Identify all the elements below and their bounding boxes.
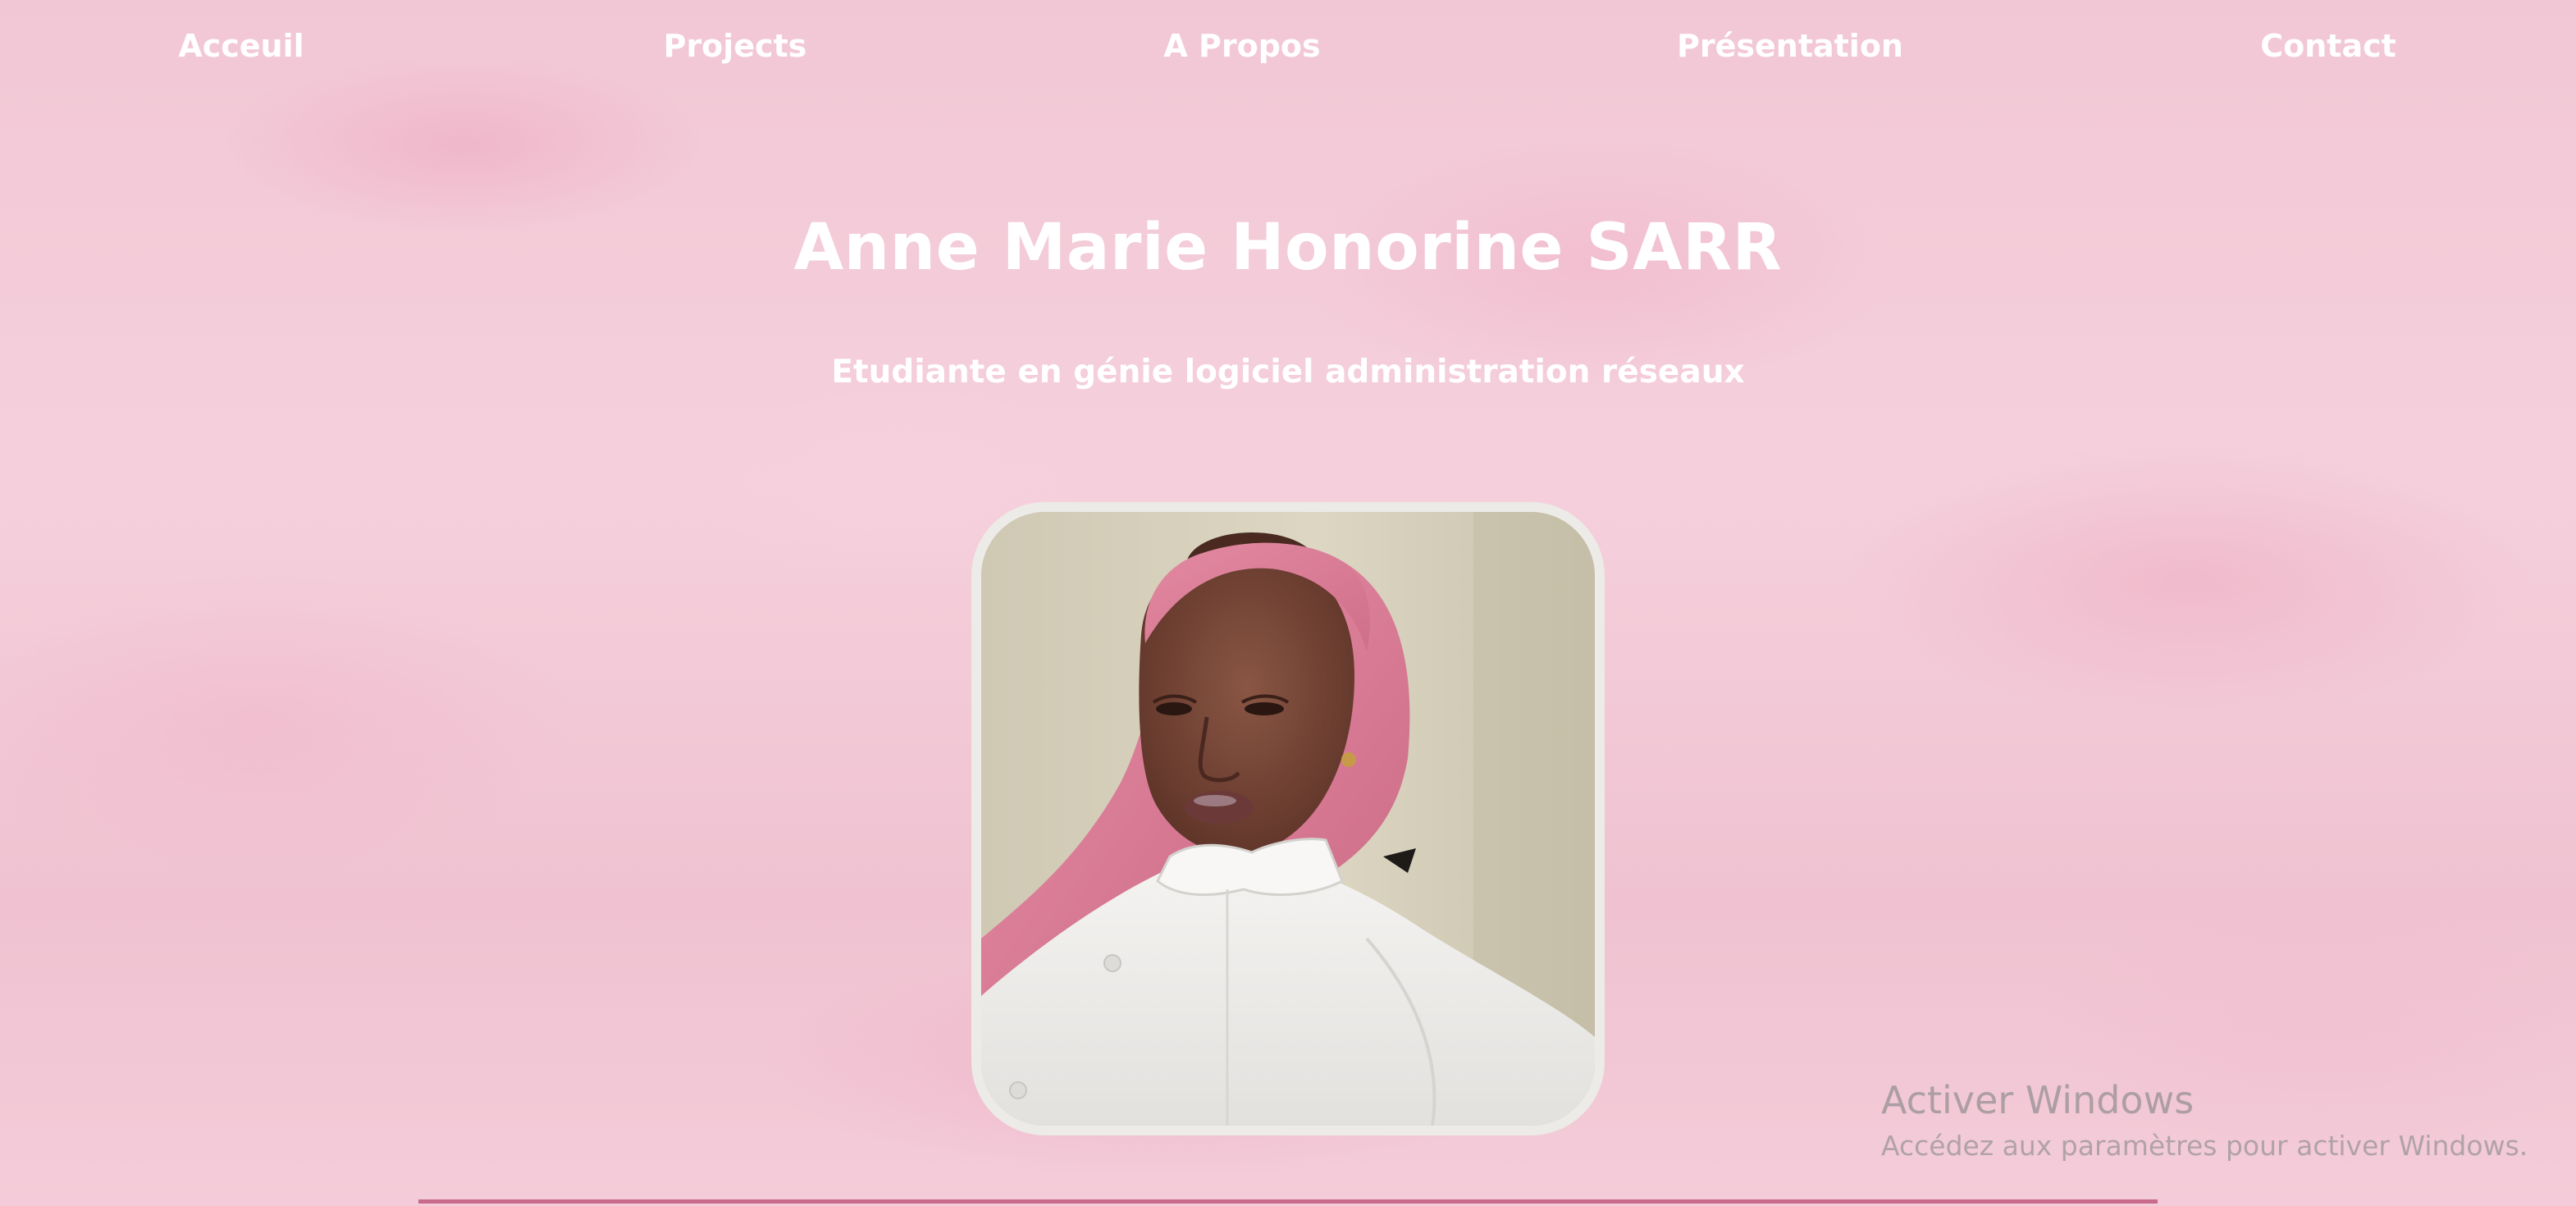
nav-link-a-propos[interactable]: A Propos (1163, 25, 1320, 67)
windows-activation-subtitle: Accédez aux paramètres pour activer Wind… (1881, 1130, 2528, 1162)
hero-subtitle: Etudiante en génie logiciel administrati… (831, 354, 1745, 391)
nav-link-acceuil[interactable]: Acceuil (178, 25, 304, 67)
profile-photo (971, 502, 1605, 1135)
windows-activation-title: Activer Windows (1881, 1078, 2195, 1122)
hero-name-title: Anne Marie Honorine SARR (793, 211, 1783, 285)
profile-photo-illustration (981, 512, 1595, 1126)
nav-link-projects[interactable]: Projects (664, 25, 807, 67)
bottom-divider (418, 1199, 2158, 1204)
nav-link-contact[interactable]: Contact (2260, 25, 2396, 67)
top-navigation: Acceuil Projects A Propos Présentation C… (0, 0, 2576, 92)
windows-activation-watermark: Activer Windows Accédez aux paramètres p… (1881, 1075, 2537, 1167)
nav-link-presentation[interactable]: Présentation (1677, 25, 1903, 67)
